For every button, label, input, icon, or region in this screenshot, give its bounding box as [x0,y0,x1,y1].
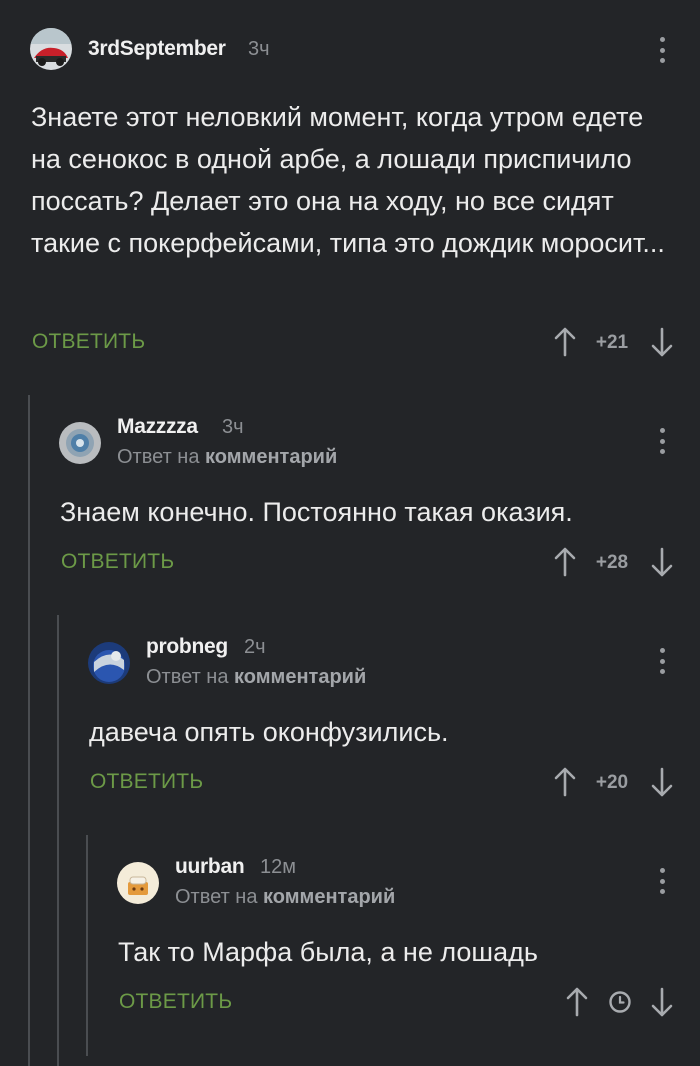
reply-button[interactable]: ОТВЕТИТЬ [90,770,203,794]
thread-line-level-3 [86,835,88,1056]
reply-to-prefix: Ответ на [146,666,229,688]
username[interactable]: 3rdSeptember [88,37,226,61]
timestamp: 3ч [248,38,270,60]
timestamp: 3ч [222,416,244,438]
downvote-arrow-icon[interactable] [650,767,674,797]
reply-to-prefix: Ответ на [117,446,200,468]
avatar[interactable] [59,422,101,464]
reply-button[interactable]: ОТВЕТИТЬ [32,330,145,354]
reply-to-label: Ответ на комментарий [117,446,337,469]
username[interactable]: Mazzzza [117,415,198,439]
upvote-arrow-icon[interactable] [553,547,577,577]
reply-to-prefix: Ответ на [175,886,258,908]
comment-text: Так то Марфа была, а не лошадь [118,937,538,967]
avatar[interactable] [117,862,159,904]
more-menu-icon[interactable] [652,866,672,896]
upvote-arrow-icon[interactable] [553,327,577,357]
thread-line-level-1 [28,395,30,1066]
downvote-arrow-icon[interactable] [650,987,674,1017]
reply-to-link[interactable]: комментарий [205,446,337,468]
reply-to-label: Ответ на комментарий [146,666,366,689]
thread-line-level-2 [57,615,59,1066]
reply-to-label: Ответ на комментарий [175,886,395,909]
timestamp: 12м [260,856,296,878]
comment-text: Знаете этот неловкий момент, когда утром… [31,102,665,258]
upvote-arrow-icon[interactable] [553,767,577,797]
upvote-arrow-icon[interactable] [565,987,589,1017]
more-menu-icon[interactable] [652,646,672,676]
reply-to-link[interactable]: комментарий [234,666,366,688]
rating-score: +20 [595,772,629,793]
more-menu-icon[interactable] [652,426,672,456]
timestamp: 2ч [244,636,266,658]
reply-button[interactable]: ОТВЕТИТЬ [61,550,174,574]
avatar[interactable] [30,28,72,70]
rating-score: +28 [595,552,629,573]
downvote-arrow-icon[interactable] [650,547,674,577]
username[interactable]: uurban [175,855,245,879]
avatar[interactable] [88,642,130,684]
comment-text: давеча опять оконфузились. [89,717,449,747]
clock-icon [608,990,632,1014]
rating-score: +21 [595,332,629,353]
reply-to-link[interactable]: комментарий [263,886,395,908]
comment-text: Знаем конечно. Постоянно такая оказия. [60,497,573,527]
more-menu-icon[interactable] [652,35,672,65]
username[interactable]: probneg [146,635,228,659]
reply-button[interactable]: ОТВЕТИТЬ [119,990,232,1014]
downvote-arrow-icon[interactable] [650,327,674,357]
